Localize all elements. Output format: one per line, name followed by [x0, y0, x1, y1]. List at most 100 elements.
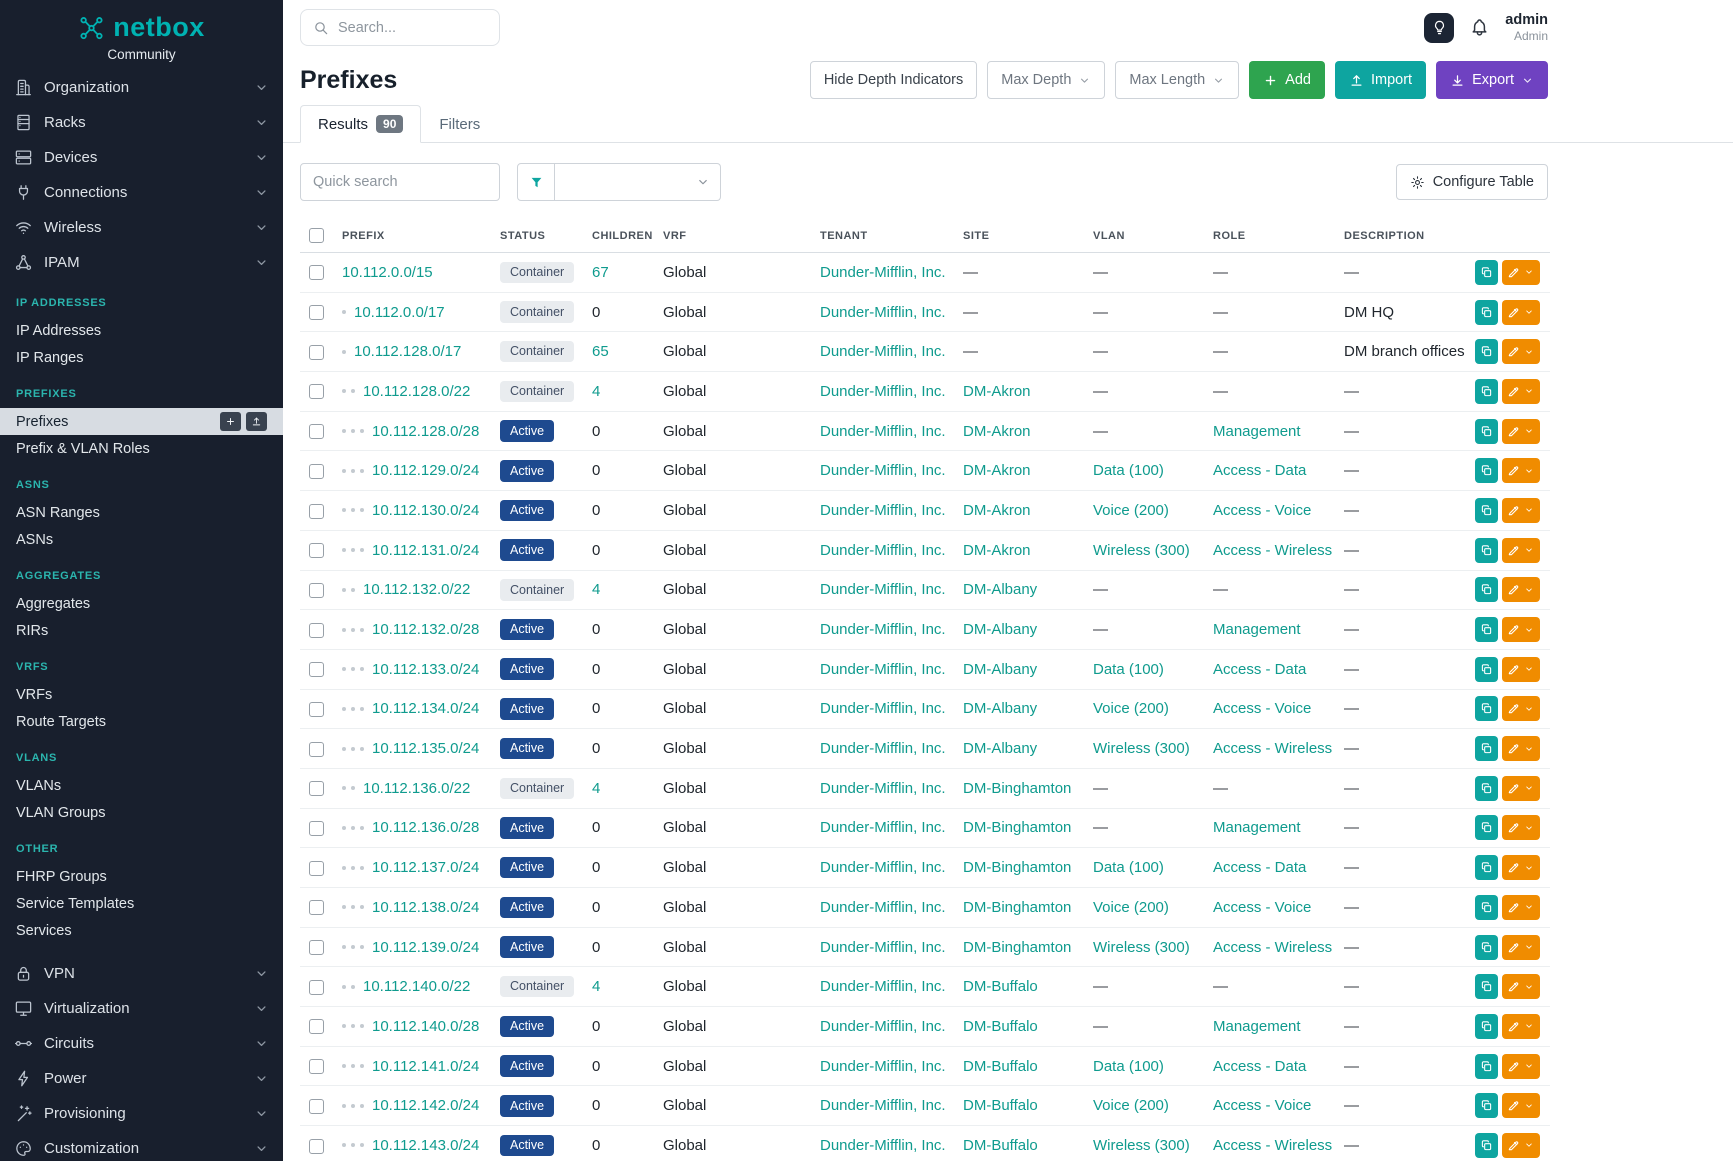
- quick-add-button[interactable]: [220, 412, 241, 431]
- column-header-role[interactable]: ROLE: [1213, 219, 1344, 253]
- row-checkbox[interactable]: [309, 742, 324, 757]
- row-checkbox[interactable]: [309, 900, 324, 915]
- edit-button[interactable]: [1502, 736, 1540, 761]
- site-link[interactable]: DM-Albany: [963, 700, 1037, 717]
- clone-button[interactable]: [1475, 935, 1498, 960]
- row-checkbox[interactable]: [309, 861, 324, 876]
- tenant-link[interactable]: Dunder-Mifflin, Inc.: [820, 423, 946, 440]
- prefix-link[interactable]: 10.112.130.0/24: [372, 502, 479, 519]
- edit-button[interactable]: [1502, 617, 1540, 642]
- hide-depth-indicators-button[interactable]: Hide Depth Indicators: [810, 61, 977, 99]
- prefix-link[interactable]: 10.112.135.0/24: [372, 740, 479, 757]
- tenant-link[interactable]: Dunder-Mifflin, Inc.: [820, 1058, 946, 1075]
- row-checkbox[interactable]: [309, 1099, 324, 1114]
- vlan-link[interactable]: Voice (200): [1093, 1097, 1169, 1114]
- vlan-link[interactable]: Wireless (300): [1093, 740, 1190, 757]
- clone-button[interactable]: [1475, 379, 1498, 404]
- tenant-link[interactable]: Dunder-Mifflin, Inc.: [820, 581, 946, 598]
- tenant-link[interactable]: Dunder-Mifflin, Inc.: [820, 661, 946, 678]
- site-link[interactable]: DM-Buffalo: [963, 1097, 1038, 1114]
- column-header-description[interactable]: DESCRIPTION: [1344, 219, 1475, 253]
- prefix-link[interactable]: 10.112.129.0/24: [372, 462, 479, 479]
- row-checkbox[interactable]: [309, 305, 324, 320]
- edit-button[interactable]: [1502, 300, 1540, 325]
- clone-button[interactable]: [1475, 776, 1498, 801]
- sidebar-item-ipam[interactable]: IPAM: [0, 245, 283, 280]
- sidebar-item-virtualization[interactable]: Virtualization: [0, 991, 283, 1026]
- clone-button[interactable]: [1475, 458, 1498, 483]
- role-link[interactable]: Access - Wireless: [1213, 740, 1332, 757]
- prefix-link[interactable]: 10.112.140.0/28: [372, 1018, 479, 1035]
- sidebar-item-devices[interactable]: Devices: [0, 140, 283, 175]
- sidebar-item-service-templates[interactable]: Service Templates: [0, 890, 283, 917]
- prefix-link[interactable]: 10.112.142.0/24: [372, 1097, 479, 1114]
- prefix-link[interactable]: 10.112.0.0/15: [342, 264, 433, 281]
- sidebar-item-vlans[interactable]: VLANs: [0, 772, 283, 799]
- prefix-link[interactable]: 10.112.132.0/28: [372, 621, 479, 638]
- edit-button[interactable]: [1502, 260, 1540, 285]
- tab-results[interactable]: Results 90: [300, 105, 421, 143]
- edit-button[interactable]: [1502, 498, 1540, 523]
- site-link[interactable]: DM-Buffalo: [963, 1018, 1038, 1035]
- clone-button[interactable]: [1475, 1133, 1498, 1158]
- max-depth-dropdown[interactable]: Max Depth: [987, 61, 1105, 99]
- sidebar-item-circuits[interactable]: Circuits: [0, 1026, 283, 1061]
- edit-button[interactable]: [1502, 1054, 1540, 1079]
- edit-button[interactable]: [1502, 538, 1540, 563]
- tenant-link[interactable]: Dunder-Mifflin, Inc.: [820, 859, 946, 876]
- row-checkbox[interactable]: [309, 424, 324, 439]
- row-checkbox[interactable]: [309, 980, 324, 995]
- column-header-vlan[interactable]: VLAN: [1093, 219, 1213, 253]
- tenant-link[interactable]: Dunder-Mifflin, Inc.: [820, 1137, 946, 1154]
- clone-button[interactable]: [1475, 1014, 1498, 1039]
- add-button[interactable]: Add: [1249, 61, 1325, 99]
- tenant-link[interactable]: Dunder-Mifflin, Inc.: [820, 740, 946, 757]
- vlan-link[interactable]: Wireless (300): [1093, 939, 1190, 956]
- global-search[interactable]: [300, 9, 500, 46]
- prefix-link[interactable]: 10.112.128.0/28: [372, 423, 479, 440]
- site-link[interactable]: DM-Akron: [963, 462, 1031, 479]
- tenant-link[interactable]: Dunder-Mifflin, Inc.: [820, 899, 946, 916]
- clone-button[interactable]: [1475, 974, 1498, 999]
- clone-button[interactable]: [1475, 657, 1498, 682]
- site-link[interactable]: DM-Binghamton: [963, 859, 1071, 876]
- sidebar-item-wireless[interactable]: Wireless: [0, 210, 283, 245]
- tenant-link[interactable]: Dunder-Mifflin, Inc.: [820, 542, 946, 559]
- tenant-link[interactable]: Dunder-Mifflin, Inc.: [820, 780, 946, 797]
- sidebar-item-provisioning[interactable]: Provisioning: [0, 1096, 283, 1131]
- row-checkbox[interactable]: [309, 1059, 324, 1074]
- clone-button[interactable]: [1475, 260, 1498, 285]
- clone-button[interactable]: [1475, 696, 1498, 721]
- prefix-link[interactable]: 10.112.137.0/24: [372, 859, 479, 876]
- sidebar-item-vrfs[interactable]: VRFs: [0, 681, 283, 708]
- edit-button[interactable]: [1502, 1133, 1540, 1158]
- edit-button[interactable]: [1502, 1093, 1540, 1118]
- tenant-link[interactable]: Dunder-Mifflin, Inc.: [820, 462, 946, 479]
- site-link[interactable]: DM-Akron: [963, 423, 1031, 440]
- sidebar-item-vpn[interactable]: VPN: [0, 956, 283, 991]
- prefix-link[interactable]: 10.112.138.0/24: [372, 899, 479, 916]
- edit-button[interactable]: [1502, 339, 1540, 364]
- role-link[interactable]: Access - Data: [1213, 661, 1306, 678]
- column-header-children[interactable]: CHILDREN: [592, 219, 663, 253]
- edit-button[interactable]: [1502, 696, 1540, 721]
- theme-toggle-button[interactable]: [1424, 13, 1454, 43]
- row-checkbox[interactable]: [309, 345, 324, 360]
- role-link[interactable]: Access - Voice: [1213, 899, 1311, 916]
- site-link[interactable]: DM-Binghamton: [963, 819, 1071, 836]
- prefix-link[interactable]: 10.112.128.0/22: [363, 383, 470, 400]
- row-checkbox[interactable]: [309, 702, 324, 717]
- row-checkbox[interactable]: [309, 583, 324, 598]
- role-link[interactable]: Access - Voice: [1213, 700, 1311, 717]
- tenant-link[interactable]: Dunder-Mifflin, Inc.: [820, 1097, 946, 1114]
- edit-button[interactable]: [1502, 379, 1540, 404]
- children-count-link[interactable]: 4: [592, 581, 600, 598]
- tenant-link[interactable]: Dunder-Mifflin, Inc.: [820, 383, 946, 400]
- bell-icon[interactable]: [1469, 17, 1490, 38]
- row-checkbox[interactable]: [309, 464, 324, 479]
- sidebar-item-asn-ranges[interactable]: ASN Ranges: [0, 499, 283, 526]
- site-link[interactable]: DM-Akron: [963, 502, 1031, 519]
- sidebar-item-customization[interactable]: Customization: [0, 1131, 283, 1161]
- select-all-checkbox[interactable]: [309, 228, 324, 243]
- global-search-input[interactable]: [338, 20, 487, 36]
